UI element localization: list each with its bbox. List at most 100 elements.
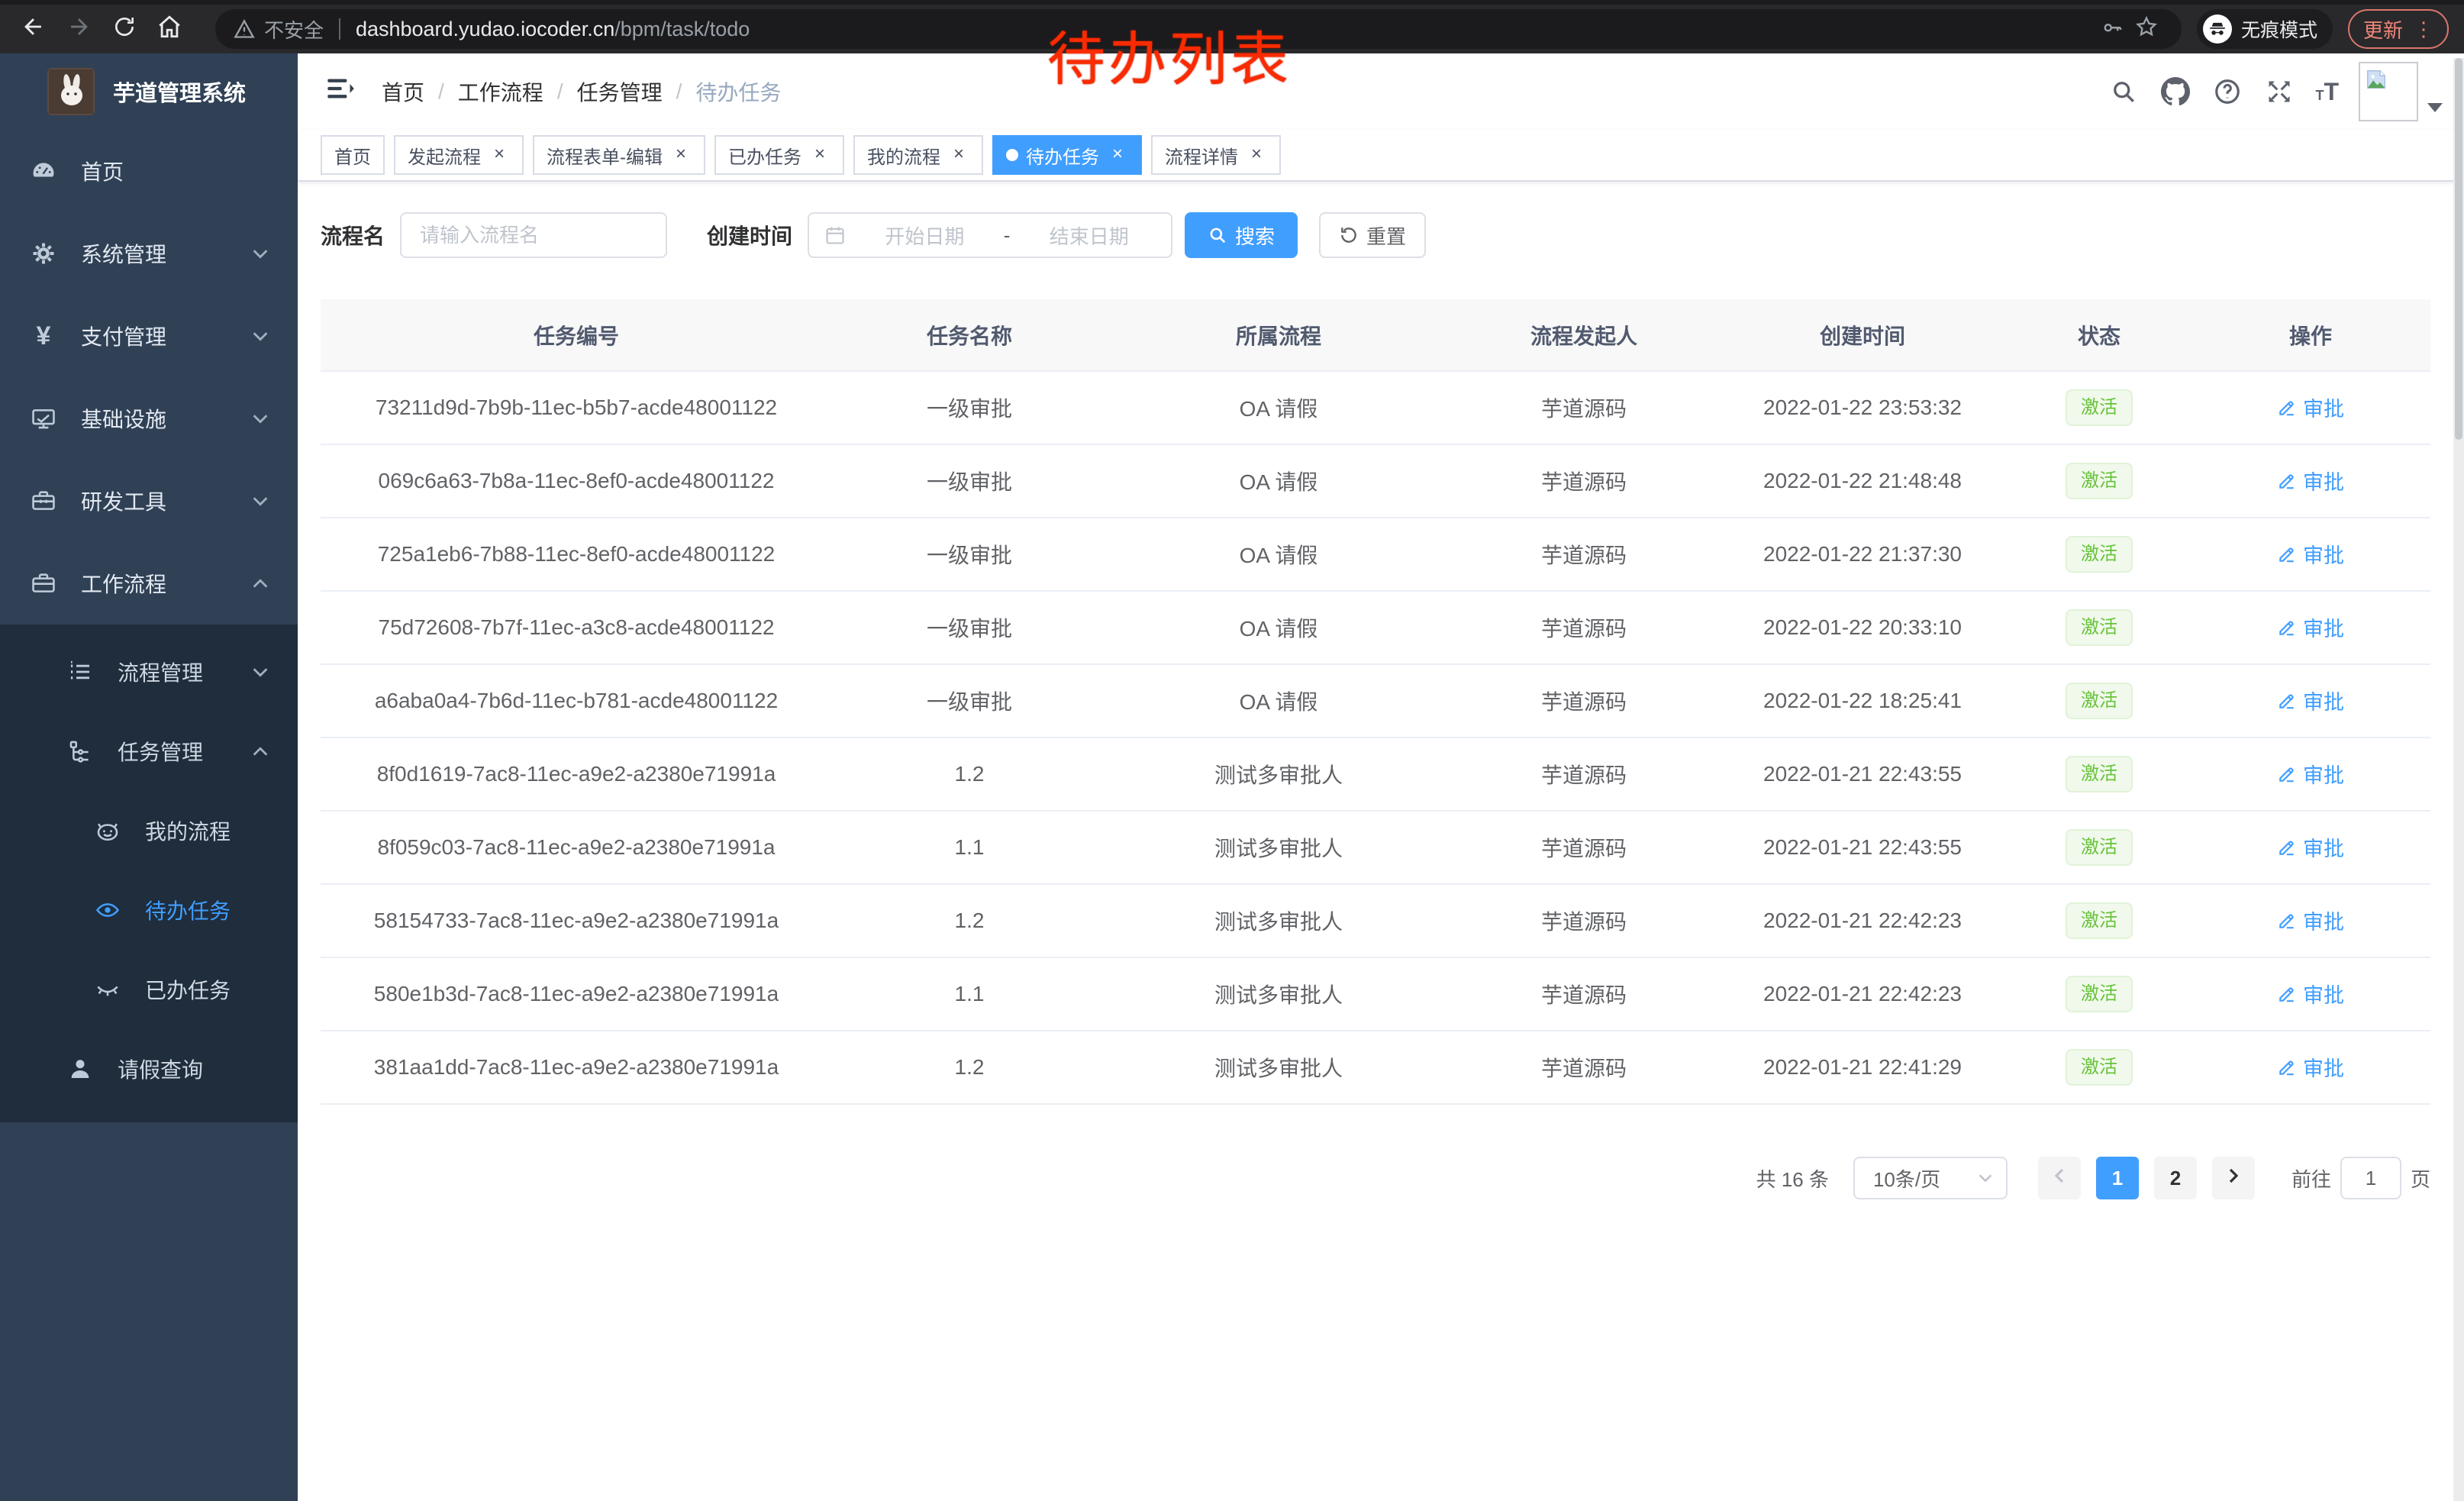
approve-link[interactable]: 审批	[2277, 686, 2344, 715]
breadcrumb-item-任务管理[interactable]: 任务管理	[577, 76, 663, 107]
font-size-icon[interactable]: TT	[2315, 78, 2339, 106]
process-name: OA 请假	[1107, 371, 1450, 444]
help-icon[interactable]	[2211, 76, 2243, 108]
approve-link[interactable]: 审批	[2277, 1052, 2344, 1082]
github-icon[interactable]	[2159, 76, 2191, 108]
user-avatar-menu[interactable]	[2359, 62, 2443, 121]
edit-pencil-icon	[2277, 398, 2297, 418]
chevron-right-icon	[2224, 1167, 2243, 1190]
close-icon[interactable]: ×	[948, 144, 969, 166]
approve-link[interactable]: 审批	[2277, 392, 2344, 422]
reset-button[interactable]: 重置	[1319, 212, 1426, 258]
fullscreen-icon[interactable]	[2263, 76, 2295, 108]
screen: 不安全 dashboard.yudao.iocoder.cn/bpm/task/…	[0, 0, 2464, 1501]
pagination: 共 16 条 10条/页 12 前往 页	[321, 1157, 2430, 1199]
calendar-icon	[824, 224, 846, 246]
breadcrumb-item-工作流程[interactable]: 工作流程	[458, 76, 543, 107]
tab-label: 发起流程	[408, 142, 481, 169]
initiator: 芋道源码	[1450, 738, 1717, 811]
browser-menu-icon[interactable]: ⋮	[2414, 18, 2433, 41]
sidebar-item-基础设施[interactable]: 基础设施	[0, 377, 298, 460]
sidebar-item-流程管理[interactable]: 流程管理	[0, 632, 298, 712]
active-tab-dot	[1006, 149, 1018, 161]
close-icon[interactable]: ×	[809, 144, 830, 166]
process-name: 测试多审批人	[1107, 738, 1450, 811]
approve-link[interactable]: 审批	[2277, 832, 2344, 862]
page-button-1[interactable]: 1	[2096, 1157, 2139, 1199]
sidebar-item-首页[interactable]: 首页	[0, 130, 298, 212]
status-cell: 激活	[2008, 811, 2191, 884]
edit-pencil-icon	[2277, 691, 2297, 711]
process-name-input[interactable]	[400, 212, 667, 258]
tab-流程表单-编辑[interactable]: 流程表单-编辑×	[533, 135, 705, 175]
browser-home-button[interactable]	[151, 9, 187, 49]
bookmark-star-button[interactable]	[2130, 12, 2163, 46]
next-page-button[interactable]	[2212, 1157, 2255, 1199]
approve-link[interactable]: 审批	[2277, 466, 2344, 495]
reload-icon	[112, 15, 137, 44]
page-button-2[interactable]: 2	[2154, 1157, 2197, 1199]
browser-reload-button[interactable]	[106, 9, 142, 49]
approve-link[interactable]: 审批	[2277, 905, 2344, 935]
sidebar-item-工作流程[interactable]: 工作流程	[0, 542, 298, 625]
sidebar-item-label: 基础设施	[81, 403, 166, 434]
sidebar: 芋道管理系统 首页系统管理 ¥支付管理基础设施研发工具工作流程流程管理任务管理我的…	[0, 53, 298, 1501]
table-row: 75d72608-7b7f-11ec-a3c8-acde48001122一级审批…	[321, 591, 2430, 664]
action-cell: 审批	[2191, 1031, 2430, 1104]
sidebar-item-任务管理[interactable]: 任务管理	[0, 712, 298, 791]
browser-back-button[interactable]	[15, 9, 51, 49]
scrollbar[interactable]	[2453, 58, 2464, 1501]
app-logo-row[interactable]: 芋道管理系统	[0, 53, 298, 130]
approve-link[interactable]: 审批	[2277, 612, 2344, 642]
search-button[interactable]: 搜索	[1185, 212, 1298, 258]
sidebar-item-我的流程[interactable]: 我的流程	[0, 791, 298, 870]
task-name: 一级审批	[832, 371, 1107, 444]
sidebar-item-系统管理[interactable]: 系统管理	[0, 212, 298, 295]
sidebar-collapse-button[interactable]	[324, 75, 357, 108]
breadcrumb-item-首页[interactable]: 首页	[382, 76, 424, 107]
tab-流程详情[interactable]: 流程详情×	[1151, 135, 1281, 175]
chevron-down-icon	[250, 491, 270, 511]
password-key-button[interactable]	[2096, 12, 2130, 46]
close-icon[interactable]: ×	[489, 144, 510, 166]
process-name: 测试多审批人	[1107, 811, 1450, 884]
tab-我的流程[interactable]: 我的流程×	[853, 135, 983, 175]
approve-link[interactable]: 审批	[2277, 979, 2344, 1009]
status-cell: 激活	[2008, 738, 2191, 811]
home-icon	[156, 14, 182, 45]
page-size-select[interactable]: 10条/页	[1853, 1157, 2008, 1199]
sidebar-item-请假查询[interactable]: 请假查询	[0, 1029, 298, 1109]
annotation-title: 待办列表	[1047, 12, 1292, 96]
tab-发起流程[interactable]: 发起流程 ×	[394, 135, 524, 175]
approve-link[interactable]: 审批	[2277, 759, 2344, 789]
chevron-down-icon	[250, 408, 270, 428]
tab-首页[interactable]: 首页	[321, 135, 385, 175]
scrollbar-thumb[interactable]	[2455, 58, 2462, 440]
sidebar-item-label: 系统管理	[81, 238, 166, 269]
initiator: 芋道源码	[1450, 1031, 1717, 1104]
sidebar-item-label: 请假查询	[118, 1054, 203, 1084]
close-icon[interactable]: ×	[1246, 144, 1267, 166]
sidebar-item-待办任务[interactable]: 待办任务	[0, 870, 298, 950]
sidebar-item-研发工具[interactable]: 研发工具	[0, 460, 298, 542]
close-icon[interactable]: ×	[1107, 144, 1128, 166]
tab-已办任务[interactable]: 已办任务×	[714, 135, 844, 175]
app-navbar: 首页/工作流程/任务管理/待办任务 TT	[298, 53, 2464, 130]
task-name: 一级审批	[832, 591, 1107, 664]
goto-page-input[interactable]	[2340, 1157, 2401, 1199]
browser-update-button[interactable]: 更新 ⋮	[2348, 9, 2449, 49]
date-range-picker[interactable]: 开始日期 - 结束日期	[808, 212, 1172, 258]
search-icon[interactable]	[2108, 76, 2140, 108]
column-header-任务名称: 任务名称	[832, 299, 1107, 371]
action-cell: 审批	[2191, 811, 2430, 884]
star-icon	[2134, 15, 2159, 44]
browser-forward-button[interactable]	[60, 9, 96, 49]
close-icon[interactable]: ×	[670, 144, 692, 166]
sidebar-item-支付管理[interactable]: ¥支付管理	[0, 295, 298, 377]
task-id: 58154733-7ac8-11ec-a9e2-a2380e71991a	[321, 884, 832, 957]
sidebar-item-已办任务[interactable]: 已办任务	[0, 950, 298, 1029]
eye-closed-icon	[95, 976, 121, 1002]
approve-link[interactable]: 审批	[2277, 539, 2344, 569]
prev-page-button[interactable]	[2038, 1157, 2081, 1199]
tab-待办任务[interactable]: 待办任务×	[992, 135, 1142, 175]
